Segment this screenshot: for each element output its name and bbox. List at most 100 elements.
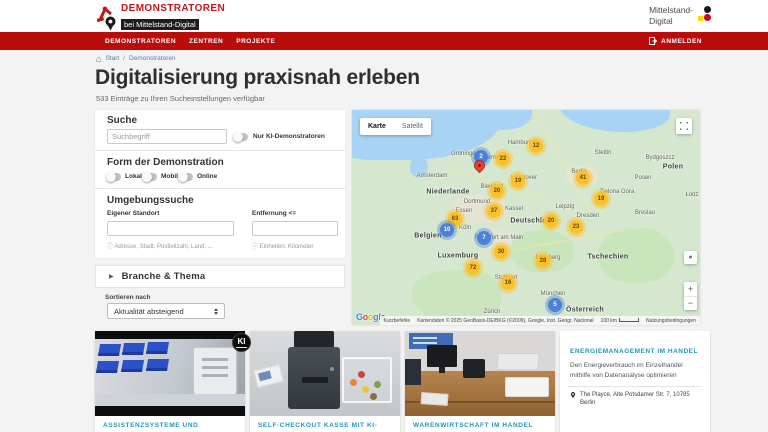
keyboard-shortcuts-link[interactable]: Kurzbefehle	[384, 318, 411, 324]
vicinity-heading: Umgebungssuche	[107, 195, 194, 206]
online-toggle-label: Online	[197, 173, 217, 180]
map-city-label: Breslau	[635, 210, 655, 216]
pegman-control[interactable]: ●	[684, 251, 697, 264]
map-city-label: Zürich	[484, 309, 501, 315]
map-cluster-marker[interactable]: 19	[594, 192, 608, 206]
divider	[95, 188, 345, 189]
map-city-label: Bydgoszcz	[645, 155, 674, 161]
map-cluster-marker[interactable]: 16	[501, 276, 515, 290]
breadcrumb: ⌂ Start / Demonstratoren	[96, 55, 176, 62]
card-title[interactable]: WARENWIRTSCHAFT IM HANDEL	[405, 416, 555, 429]
nav-item-projekte[interactable]: PROJEKTE	[236, 38, 275, 45]
map-city-label: Köln	[459, 225, 471, 231]
map-cluster-marker[interactable]: 20	[544, 214, 558, 228]
location-pin-icon	[570, 392, 576, 398]
map-cluster-marker[interactable]: 30	[494, 245, 508, 259]
terms-link[interactable]: Nutzungsbedingungen	[646, 318, 696, 324]
map-zoom-control: + −	[684, 282, 697, 310]
location-input[interactable]	[107, 221, 234, 236]
map-cluster-marker[interactable]: 72	[466, 261, 480, 275]
map-city-label: Polen	[663, 164, 684, 171]
lokal-toggle-label: Lokal	[125, 173, 142, 180]
map-cluster-marker[interactable]: 5	[548, 298, 562, 312]
nav-item-demonstratoren[interactable]: DEMONSTRATOREN	[105, 38, 176, 45]
sort-select-value: Aktualität absteigend	[114, 307, 184, 316]
mittelstand-digital-logo: Mittelstand- Digital	[649, 5, 711, 27]
breadcrumb-start[interactable]: Start	[105, 55, 119, 62]
location-label: Eigener Standort	[107, 210, 159, 217]
map-canvas[interactable]: Karte Satellit ● + − Google Kurzbefehle …	[352, 110, 700, 325]
map-attribution: Kurzbefehle Kartendaten © 2025 GeoBasis-…	[380, 316, 701, 325]
map-cluster-marker[interactable]: 23	[569, 220, 583, 234]
distance-input[interactable]	[252, 221, 338, 236]
demonstrator-card[interactable]: KI ASSISTENZSYSTEME UND	[95, 331, 245, 432]
demonstrator-card[interactable]: SELF-CHECKOUT KASSE MIT KI-	[250, 331, 400, 432]
map-tab-karte[interactable]: Karte	[360, 118, 394, 135]
ki-only-toggle-label: Nur KI-Demonstratoren	[253, 133, 325, 140]
map-cluster-marker[interactable]: 12	[529, 139, 543, 153]
main-nav: DEMONSTRATOREN ZENTREN PROJEKTE ANMELDEN	[0, 32, 768, 50]
breadcrumb-separator: /	[123, 55, 125, 62]
info-icon: ⓘ	[252, 244, 260, 250]
ki-only-toggle[interactable]	[234, 133, 248, 141]
map-city-label: Stettin	[594, 150, 611, 156]
map-city-label: Dortmund	[464, 199, 490, 205]
map-cluster-marker[interactable]: 20	[490, 184, 504, 198]
zoom-in-button[interactable]: +	[684, 282, 697, 297]
map-scale: 100 km	[601, 318, 639, 324]
map-city-label: Dresden	[577, 213, 600, 219]
map-city-label: Österreich	[566, 307, 604, 314]
map-cluster-marker[interactable]: 10	[440, 223, 454, 237]
map-cluster-marker[interactable]: 19	[511, 174, 525, 188]
chevron-right-icon: ▶	[109, 273, 114, 280]
map-cluster-marker[interactable]: 28	[536, 254, 550, 268]
card-title[interactable]: ASSISTENZSYSTEME UND	[95, 416, 245, 429]
map-cluster-marker[interactable]: 37	[487, 204, 501, 218]
map-tab-satellit[interactable]: Satellit	[394, 118, 431, 135]
robot-arm-pin-icon	[97, 5, 117, 31]
map-cluster-marker[interactable]: 7	[477, 231, 491, 245]
demonstrator-card-text[interactable]: ENERGIEMANAGEMENT IM HANDEL Den Energiev…	[560, 331, 710, 432]
search-input[interactable]	[107, 129, 227, 144]
site-logo[interactable]: DEMONSTRATOREN bei Mittelstand-Digital	[97, 3, 225, 32]
card-description: Den Energieverbrauch im Einzelhandel mit…	[570, 361, 702, 381]
card-title[interactable]: ENERGIEMANAGEMENT IM HANDEL	[570, 348, 698, 355]
brand-line1: Mittelstand-	[649, 5, 693, 16]
sort-select[interactable]: Aktualität absteigend	[107, 303, 225, 319]
card-title[interactable]: SELF-CHECKOUT KASSE MIT KI-	[250, 416, 400, 429]
card-address: The Playce, Alte Potsdamer Str. 7, 10785…	[570, 391, 704, 408]
login-label: ANMELDEN	[661, 38, 702, 45]
card-image	[405, 331, 555, 416]
site-header: DEMONSTRATOREN bei Mittelstand-Digital M…	[0, 0, 768, 32]
nav-item-zentren[interactable]: ZENTREN	[189, 38, 223, 45]
mobil-toggle[interactable]	[143, 173, 157, 181]
page-title: Digitalisierung praxisnah erleben	[95, 66, 420, 90]
branch-theme-accordion[interactable]: ▶ Branche & Thema	[95, 265, 345, 288]
app-window: DEMONSTRATOREN bei Mittelstand-Digital M…	[0, 0, 768, 432]
map-city-label: Belgien	[414, 233, 441, 240]
german-flag-dots-icon	[698, 5, 711, 27]
map-city-label: Niederlande	[426, 189, 469, 196]
login-button[interactable]: ANMELDEN	[649, 37, 702, 45]
search-heading: Suche	[107, 115, 137, 126]
demonstrator-card[interactable]: WARENWIRTSCHAFT IM HANDEL	[405, 331, 555, 432]
lokal-toggle[interactable]	[107, 173, 121, 181]
distance-label: Entfernung <=	[252, 210, 296, 217]
online-toggle[interactable]	[179, 173, 193, 181]
map-cluster-marker[interactable]: 22	[496, 152, 510, 166]
map-city-label: Luxemburg	[438, 253, 479, 260]
sort-arrows-icon	[214, 308, 218, 315]
filter-panel: Suche Nur KI-Demonstratoren Form der Dem…	[95, 110, 345, 258]
card-image	[95, 331, 245, 416]
home-icon[interactable]: ⌂	[96, 56, 101, 62]
map-city-label: Posen	[634, 175, 651, 181]
breadcrumb-current[interactable]: Demonstratoren	[129, 55, 176, 62]
divider	[95, 150, 345, 151]
fullscreen-button[interactable]	[676, 118, 692, 134]
zoom-out-button[interactable]: −	[684, 297, 697, 311]
distance-hint: ⓘ Einheiten: Kilometer	[252, 241, 313, 250]
map-city-label: Amsterdam	[417, 173, 448, 179]
map-cluster-marker[interactable]: 41	[576, 171, 590, 185]
scale-bar	[619, 318, 639, 322]
results-count: 533 Einträge zu Ihren Sucheinstellungen …	[96, 94, 265, 103]
